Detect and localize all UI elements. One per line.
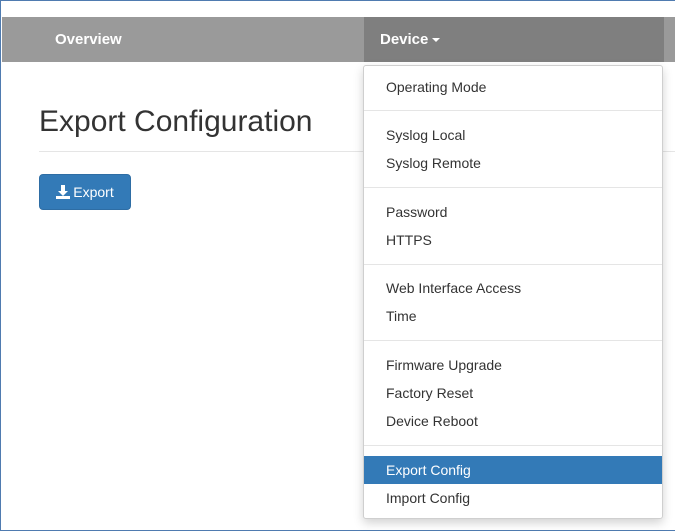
menu-item-syslog-remote[interactable]: Syslog Remote <box>364 149 662 177</box>
menu-divider <box>364 110 662 111</box>
menu-item-operating-mode[interactable]: Operating Mode <box>364 73 662 101</box>
export-button-label: Export <box>73 184 114 200</box>
app-window: Overview Device Export Configuration Exp… <box>0 0 675 531</box>
page-title: Export Configuration <box>39 105 313 138</box>
menu-divider <box>364 264 662 265</box>
menu-item-web-interface-access[interactable]: Web Interface Access <box>364 274 662 302</box>
export-button[interactable]: Export <box>39 174 131 210</box>
menu-divider <box>364 340 662 341</box>
menu-item-device-reboot[interactable]: Device Reboot <box>364 407 662 435</box>
menu-item-firmware-upgrade[interactable]: Firmware Upgrade <box>364 351 662 379</box>
menu-divider <box>364 187 662 188</box>
navbar-tail <box>664 17 675 62</box>
top-navbar: Overview Device <box>2 17 675 62</box>
menu-item-password[interactable]: Password <box>364 198 662 226</box>
download-icon <box>56 185 71 199</box>
device-dropdown-menu: Operating Mode Syslog Local Syslog Remot… <box>363 65 663 519</box>
menu-item-export-config[interactable]: Export Config <box>364 456 662 484</box>
menu-divider <box>364 445 662 446</box>
menu-item-factory-reset[interactable]: Factory Reset <box>364 379 662 407</box>
nav-device-dropdown-toggle[interactable]: Device <box>364 17 664 62</box>
menu-item-https[interactable]: HTTPS <box>364 226 662 254</box>
nav-device-label: Device <box>380 31 429 48</box>
menu-item-syslog-local[interactable]: Syslog Local <box>364 121 662 149</box>
menu-item-time[interactable]: Time <box>364 302 662 330</box>
menu-item-import-config[interactable]: Import Config <box>364 484 662 512</box>
caret-down-icon <box>432 38 441 43</box>
nav-overview[interactable]: Overview <box>3 17 364 62</box>
